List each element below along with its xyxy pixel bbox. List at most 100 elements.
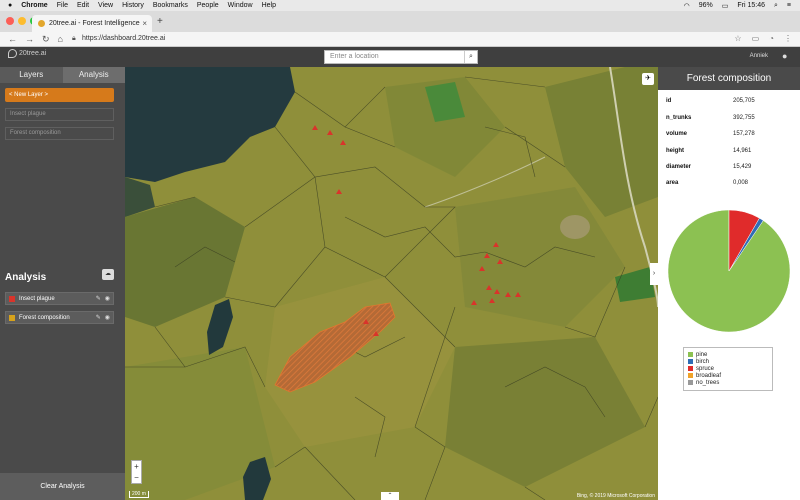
leaf-icon [8,49,17,58]
prop-key: n_trunks [666,115,692,121]
pie-legend: pine birch spruce broadleaf no_trees [683,347,773,391]
scale-bar: 200 m [129,491,149,498]
prop-key: height [666,148,684,154]
sidebar: Layers Analysis < New Layer > Insect pla… [0,67,125,500]
menu-window[interactable]: Window [228,2,253,9]
compass-icon[interactable]: ✈ [642,73,654,85]
menu-view[interactable]: View [98,2,113,9]
spotlight-icon[interactable]: ⌕ [774,2,778,10]
prop-value: 205,705 [733,98,755,104]
close-window-button[interactable] [6,17,14,25]
url-field[interactable]: https://dashboard.20tree.ai [82,35,165,42]
composition-pie-chart [667,209,791,333]
reload-icon[interactable]: ↻ [42,34,50,45]
legend-label: spruce [696,365,715,372]
eye-icon[interactable]: ◉ [105,295,110,302]
new-tab-button[interactable]: + [157,16,163,27]
menu-bookmarks[interactable]: Bookmarks [153,2,188,9]
wifi-icon[interactable]: ◠ [684,2,690,10]
user-icon[interactable]: ● [782,51,792,62]
satellite-map[interactable]: ✈ › + − 200 m ⌃ Bing, © 2019 Microsoft C… [125,67,658,500]
browser-tab[interactable]: 20tree.ai - Forest Intelligence × [32,15,152,32]
close-tab-icon[interactable]: × [142,19,147,28]
prop-value: 0,008 [733,180,749,186]
eye-icon[interactable]: ◉ [105,314,110,321]
legend-swatch [688,366,693,371]
logo-text: 20tree.ai [19,50,47,57]
back-icon[interactable]: ← [8,34,17,45]
forest-composition-input[interactable]: Forest composition [5,127,114,140]
cloud-export-icon[interactable]: ☁ [102,269,114,280]
search-icon[interactable]: ⌕ [464,51,477,63]
tab-layers[interactable]: Layers [0,67,63,83]
apple-icon[interactable]: ● [8,2,12,9]
panel-title: Forest composition [658,67,800,90]
minimize-window-button[interactable] [18,17,26,25]
prop-value: 14,961 [733,148,752,154]
menu-app-name[interactable]: Chrome [21,2,47,9]
prop-value: 157,278 [733,131,755,137]
layer-color-swatch [9,314,15,321]
legend-label: broadleaf [696,372,722,379]
menu-people[interactable]: People [197,2,219,9]
menu-list-icon[interactable]: ≡ [787,2,791,9]
map-attribution: Bing, © 2019 Microsoft Corporation [576,493,655,499]
menu-file[interactable]: File [57,2,68,9]
layer-item-insect-plague[interactable]: Insect plague ✎ ◉ [5,292,114,305]
menu-edit[interactable]: Edit [77,2,89,9]
panel-toggle-chevron-icon[interactable]: › [650,263,658,285]
legend-item: broadleaf [688,372,768,379]
menu-history[interactable]: History [122,2,144,9]
prop-key: id [666,98,672,104]
new-layer-select[interactable]: < New Layer > [5,88,114,102]
edit-icon[interactable]: ✎ [96,314,101,321]
legend-label: birch [696,358,710,365]
macos-menu-bar: ● Chrome File Edit View History Bookmark… [0,0,800,11]
legend-swatch [688,359,693,364]
layer-label: Forest composition [19,314,70,321]
map-canvas [125,67,658,500]
location-search-input[interactable]: Enter a location ⌕ [324,50,478,64]
bottom-drawer-chevron-icon[interactable]: ⌃ [381,492,399,500]
prop-key: diameter [666,164,692,170]
battery-percent: 96% [698,2,713,9]
lock-icon[interactable]: 🔒︎ [72,35,76,43]
app-header: 20tree.ai Enter a location ⌕ Anniek ● [0,47,800,67]
tab-title: 20tree.ai - Forest Intelligence [49,20,140,27]
tab-analysis[interactable]: Analysis [62,67,125,83]
logo[interactable]: 20tree.ai [8,49,46,58]
clock[interactable]: Fri 15:46 [737,2,765,9]
legend-label: pine [696,351,708,358]
browser-menu-icon[interactable]: ⋮ [784,34,792,43]
legend-item: pine [688,351,768,358]
battery-icon[interactable]: ▭ [722,2,729,10]
layer-item-forest-composition[interactable]: Forest composition ✎ ◉ [5,311,114,324]
prop-value: 392,755 [733,115,755,121]
legend-swatch [688,380,693,385]
legend-swatch [688,352,693,357]
layer-color-swatch [9,295,15,302]
edit-icon[interactable]: ✎ [96,295,101,302]
extension-icon[interactable]: ◔ [769,34,774,43]
menu-help[interactable]: Help [262,2,276,9]
zoom-control: + − [131,460,142,484]
legend-label: no_trees [696,379,720,386]
address-bar: ← → ↻ ⌂ 🔒︎ https://dashboard.20tree.ai ☆… [0,32,800,47]
home-icon[interactable]: ⌂ [58,34,63,45]
prop-key: volume [666,131,688,137]
insect-plague-input[interactable]: Insect plague [5,108,114,121]
search-placeholder: Enter a location [330,53,379,60]
bookmark-star-icon[interactable]: ☆ [734,34,741,43]
user-name[interactable]: Anniek [750,53,768,59]
zoom-in-button[interactable]: + [132,461,141,472]
legend-item: birch [688,358,768,365]
zoom-out-button[interactable]: − [132,472,141,483]
info-panel: Forest composition id 205,705 n_trunks 3… [658,67,800,500]
clear-analysis-button[interactable]: Clear Analysis [0,473,125,500]
forward-icon[interactable]: → [25,34,34,45]
prop-value: 15,429 [733,164,752,170]
cast-icon[interactable]: ▭ [752,34,760,43]
analysis-title: Analysis [5,272,47,283]
prop-key: area [666,180,679,186]
layer-label: Insect plague [19,295,55,302]
